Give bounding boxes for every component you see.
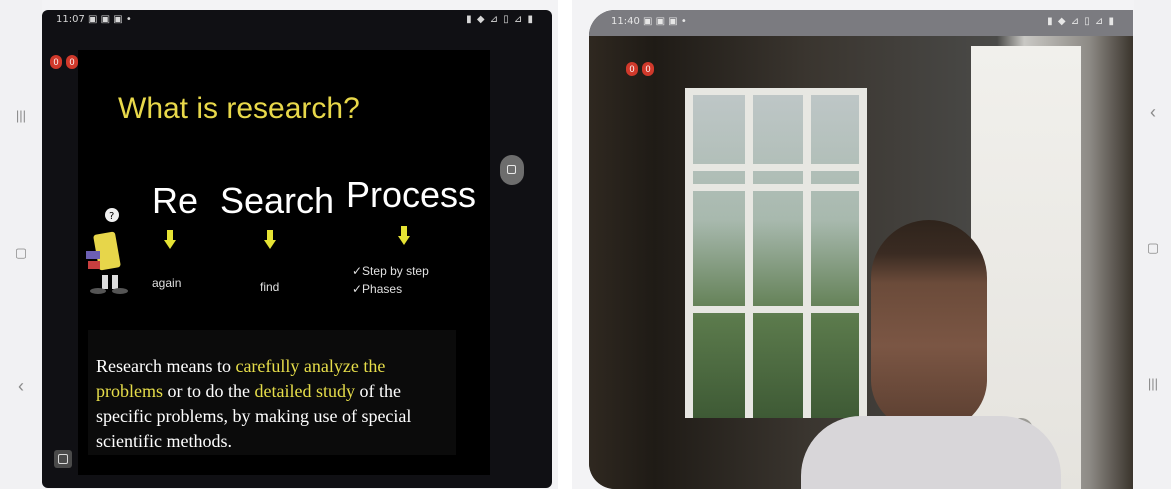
status-time: 11:07 [56, 14, 85, 25]
slide-title: What is research? [118, 92, 360, 125]
status-time: 11:40 [611, 16, 640, 27]
back-icon[interactable]: ‹ [13, 377, 29, 395]
arrow-down-icon [264, 230, 276, 250]
definition-box: Research means to carefully analyze the … [88, 330, 456, 455]
right-phone-screenshot: 11:40 ▣ ▣ ▣ • ▮ ◆ ⊿ ▯ ⊿ ▮ 0 0 ‹ ▢ ||| [572, 0, 1171, 489]
right-phone-screen: 11:40 ▣ ▣ ▣ • ▮ ◆ ⊿ ▯ ⊿ ▮ 0 0 [589, 10, 1133, 489]
window [685, 88, 867, 418]
home-icon[interactable]: ▢ [13, 245, 29, 261]
arrow-down-icon [398, 226, 410, 246]
meaning-again: again [152, 276, 182, 290]
recording-badge: 0 [66, 55, 78, 69]
left-phone-screenshot: ||| ▢ ‹ 11:07 ▣ ▣ ▣ • ▮ ◆ ⊿ ▯ ⊿ ▮ 0 0 Wh… [0, 0, 558, 489]
back-icon[interactable]: ‹ [1146, 103, 1160, 121]
definition-text: Research means to carefully analyze the … [96, 356, 412, 451]
svg-text:?: ? [109, 211, 114, 222]
word-process: Process [346, 174, 477, 215]
meaning-phases: ✓Phases [352, 282, 403, 296]
meaning-step-by-step: ✓Step by step [352, 264, 429, 278]
right-navigation-bar: ‹ ▢ ||| [1134, 0, 1171, 489]
presentation-slide: What is research? ? Re Search Process ag… [78, 50, 490, 475]
word-search: Search [220, 180, 335, 221]
system-status-icons: ▮ ◆ ⊿ ▯ ⊿ ▮ [466, 14, 534, 25]
meaning-find: find [260, 280, 280, 294]
recording-badge: 0 [50, 55, 62, 69]
recent-apps-icon[interactable]: ||| [1146, 376, 1160, 392]
status-bar: 11:07 ▣ ▣ ▣ • ▮ ◆ ⊿ ▯ ⊿ ▮ [42, 10, 552, 32]
recording-badge: 0 [626, 62, 638, 76]
recording-badge: 0 [642, 62, 654, 76]
rotate-screen-button[interactable] [54, 450, 72, 468]
camera-video-feed [589, 36, 1133, 489]
recent-apps-icon[interactable]: ||| [13, 108, 29, 124]
left-navigation-bar: ||| ▢ ‹ [0, 0, 42, 489]
home-icon[interactable]: ▢ [1146, 240, 1160, 256]
left-phone-screen: 11:07 ▣ ▣ ▣ • ▮ ◆ ⊿ ▯ ⊿ ▮ 0 0 What is re… [42, 10, 552, 488]
recording-indicators: 0 0 [50, 55, 78, 69]
recording-indicators: 0 0 [626, 62, 654, 76]
screen-toggle-button[interactable] [500, 155, 524, 185]
system-status-icons: ▮ ◆ ⊿ ▯ ⊿ ▮ [1047, 16, 1115, 27]
thinking-figure-icon: ? [86, 208, 128, 294]
arrow-down-icon [164, 230, 176, 250]
status-bar: 11:40 ▣ ▣ ▣ • ▮ ◆ ⊿ ▯ ⊿ ▮ [589, 10, 1133, 36]
notification-icons: ▣ ▣ ▣ • [88, 14, 132, 25]
notification-icons: ▣ ▣ ▣ • [643, 16, 687, 27]
speaker-face [871, 220, 987, 430]
word-re: Re [152, 180, 199, 221]
speaker-shirt [801, 416, 1061, 489]
